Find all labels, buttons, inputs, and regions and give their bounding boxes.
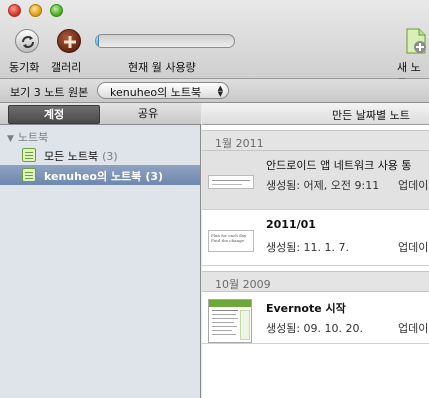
note-thumbnail-text: Plan for each day Find the change	[211, 233, 247, 243]
gallery-button[interactable]	[57, 29, 81, 53]
zoom-window-button[interactable]	[50, 4, 63, 17]
plus-icon	[64, 36, 76, 48]
note-updated: 업데이	[398, 241, 429, 254]
sort-header[interactable]: 만든 날짜별 노트	[202, 103, 429, 125]
select-arrows-icon: ▲ ▼	[217, 84, 223, 98]
new-note-icon[interactable]	[405, 28, 427, 54]
gallery-label: 갤러리	[51, 61, 82, 74]
tab-account[interactable]: 계정	[8, 105, 100, 124]
note-row[interactable]: Plan for each day Find the change 2011/0…	[202, 210, 429, 266]
note-title: 안드로이드 앱 네트워크 사용 통	[266, 159, 412, 172]
minimize-window-button[interactable]	[29, 4, 42, 17]
sidebar-item-count: (3)	[102, 150, 118, 163]
notebook-icon	[22, 148, 36, 162]
note-thumbnail	[208, 175, 254, 189]
usage-progress-fill	[96, 35, 99, 47]
group-header-label: 1월 2011	[215, 137, 264, 150]
sidebar-item-all-notebooks[interactable]: 모든 노트북 (3)	[0, 145, 200, 165]
sidebar-item-count: (3)	[145, 170, 164, 183]
notebook-filter-select[interactable]: kenuheo의 노트북 ▲ ▼	[97, 82, 229, 99]
note-title: Evernote 시작	[266, 302, 346, 315]
filter-text: 보기 3 노트 원본	[10, 86, 89, 99]
note-created: 생성됨: 11. 1. 7.	[266, 241, 350, 254]
sidebar: 계정 공유 ▼ 노트북 모든 노트북 (3) kenuheo의 노트북 (3)	[0, 103, 201, 398]
sidebar-tabs: 계정 공유	[0, 103, 201, 125]
usage-label: 현재 월 사용량	[128, 61, 196, 74]
notebook-icon	[22, 168, 36, 182]
note-created: 생성됨: 어제, 오전 9:11	[266, 179, 380, 192]
sort-header-label: 만든 날짜별 노트	[332, 109, 410, 122]
usage-progress-bar	[95, 34, 235, 48]
tab-shared[interactable]: 공유	[100, 105, 196, 124]
note-list: 만든 날짜별 노트 1월 2011 안드로이드 앱 네트워크 사용 통 생성됨:…	[202, 103, 429, 398]
group-header: 10월 2009	[202, 271, 429, 292]
sidebar-item-kenuheo-notebook[interactable]: kenuheo의 노트북 (3)	[0, 165, 200, 185]
note-row[interactable]: 안드로이드 앱 네트워크 사용 통 생성됨: 어제, 오전 9:11 업데이	[202, 151, 429, 210]
sidebar-item-label: kenuheo의 노트북	[44, 170, 142, 183]
note-updated: 업데이	[398, 322, 429, 335]
sync-button[interactable]	[15, 29, 39, 53]
close-window-button[interactable]	[8, 4, 21, 17]
notebooks-heading[interactable]: ▼ 노트북	[7, 129, 48, 145]
note-row[interactable]: Evernote 시작 생성됨: 09. 10. 20. 업데이	[202, 292, 429, 344]
note-updated: 업데이	[398, 179, 429, 192]
note-title: 2011/01	[266, 218, 316, 231]
filter-bar: 보기 3 노트 원본 kenuheo의 노트북 ▲ ▼	[0, 79, 429, 103]
toolbar: 동기화 갤러리 현재 월 사용량 새 노트	[0, 0, 429, 90]
sync-label: 동기화	[9, 61, 40, 74]
sidebar-item-label: 모든 노트북	[44, 150, 99, 163]
sync-icon	[22, 36, 34, 48]
note-created: 생성됨: 09. 10. 20.	[266, 322, 364, 335]
group-header: 1월 2011	[202, 130, 429, 151]
note-thumbnail	[208, 299, 252, 343]
notebooks-heading-label: 노트북	[17, 131, 49, 144]
notebook-filter-value: kenuheo의 노트북	[110, 86, 202, 99]
group-header-label: 10월 2009	[215, 278, 271, 291]
disclosure-triangle-icon: ▼	[7, 134, 14, 144]
note-thumbnail: Plan for each day Find the change	[208, 230, 254, 252]
